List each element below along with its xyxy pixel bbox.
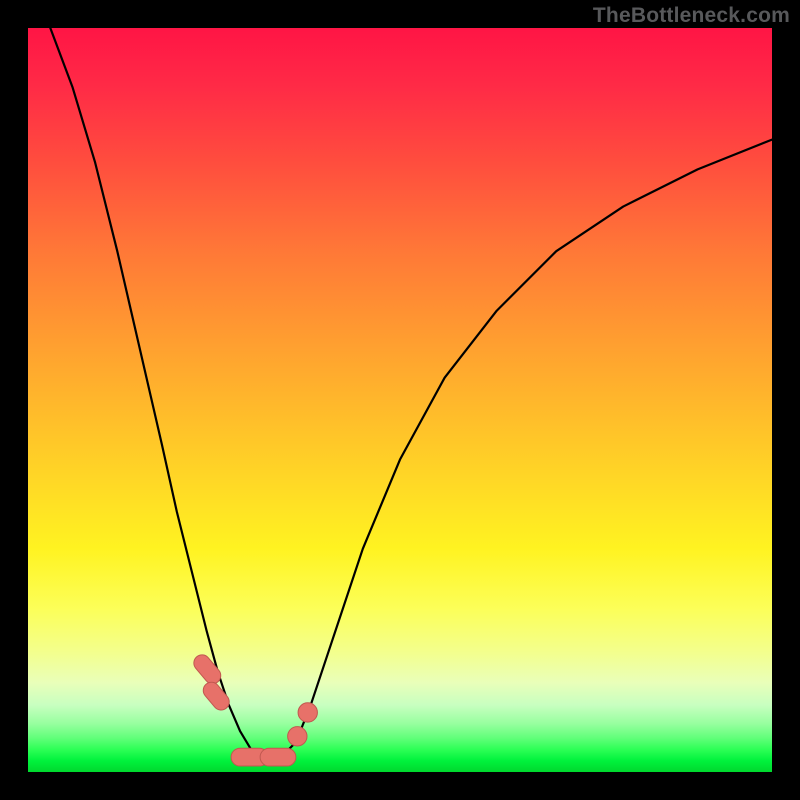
watermark-text: TheBottleneck.com <box>593 4 790 28</box>
curve-left-arm <box>50 28 258 757</box>
marker-capsule-3 <box>260 748 296 766</box>
marker-capsule-1 <box>200 679 233 713</box>
marker-dot-5 <box>298 703 317 722</box>
chart-frame <box>28 28 772 772</box>
marker-dot-4 <box>288 727 307 746</box>
marker-capsule-0 <box>191 652 225 688</box>
chart-svg <box>28 28 772 772</box>
curve-right-arm <box>281 140 772 758</box>
